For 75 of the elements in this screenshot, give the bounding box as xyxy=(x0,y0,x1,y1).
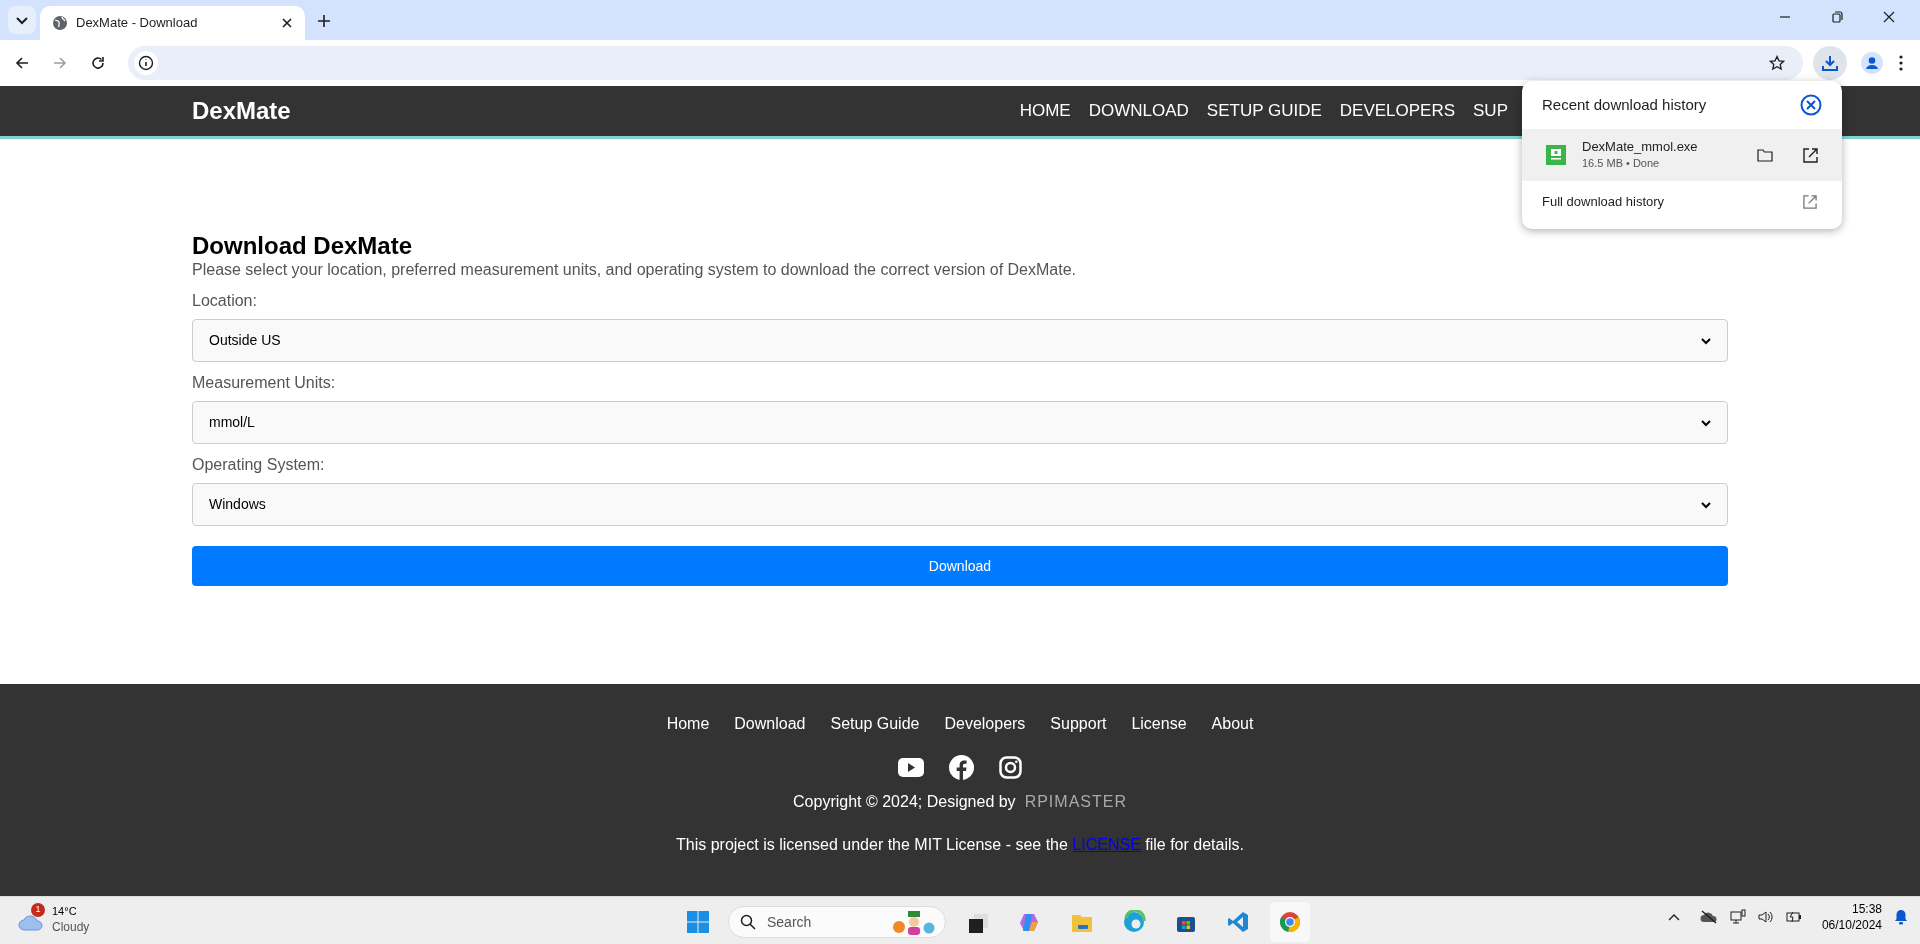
footer-link[interactable]: About xyxy=(1211,712,1254,736)
back-icon[interactable] xyxy=(14,55,30,71)
nav-link[interactable]: HOME xyxy=(1019,98,1071,124)
footer-link[interactable]: Developers xyxy=(944,712,1026,736)
battery-icon[interactable] xyxy=(1785,911,1802,923)
download-icon xyxy=(1821,54,1839,72)
site-logo[interactable]: DexMate xyxy=(192,93,291,129)
weather-condition: Cloudy xyxy=(52,919,90,935)
footer-link[interactable]: Home xyxy=(666,712,710,736)
chevron-down-icon xyxy=(1701,500,1711,509)
app-file-icon xyxy=(1546,145,1566,165)
bell-icon[interactable] xyxy=(1894,909,1908,925)
forward-icon[interactable] xyxy=(52,55,68,71)
file-status: 16.5 MB • Done xyxy=(1582,156,1661,171)
field-label: Location: xyxy=(192,291,258,311)
designer-name: RPIMASTER xyxy=(1024,792,1127,812)
weather-temperature: 14°C xyxy=(52,904,78,919)
tab-list-icon[interactable] xyxy=(8,6,36,34)
chevron-down-icon xyxy=(1701,418,1711,427)
dropdown[interactable]: Outside US xyxy=(192,319,1728,362)
code-editor-icon[interactable] xyxy=(1226,910,1250,934)
folder-icon[interactable] xyxy=(1757,148,1773,162)
search-field[interactable]: Search xyxy=(728,906,946,938)
info-icon[interactable] xyxy=(134,51,158,75)
profile-icon[interactable] xyxy=(1861,52,1883,74)
speaker-icon[interactable] xyxy=(1757,910,1774,924)
more-icon[interactable] xyxy=(1899,55,1903,71)
nav-link[interactable]: SETUP GUIDE xyxy=(1206,98,1322,124)
globe-icon xyxy=(52,15,68,31)
close-icon[interactable] xyxy=(281,17,293,29)
browser-tab[interactable]: DexMate - Download xyxy=(40,6,305,40)
external-link-icon[interactable] xyxy=(1803,147,1818,163)
download-button[interactable] xyxy=(1813,46,1847,80)
footer-link[interactable]: Setup Guide xyxy=(830,712,920,736)
clock-date: 06/10/2024 xyxy=(1821,917,1882,933)
cloud-icon[interactable] xyxy=(18,915,44,931)
footer-link[interactable]: License xyxy=(1131,712,1187,736)
dropdown[interactable]: mmol/L xyxy=(192,401,1728,444)
close-icon[interactable] xyxy=(1800,94,1822,116)
license-text: This project is licensed under the MIT License - see the LICENSE file for details. xyxy=(676,835,1244,855)
intro-text: Please select your location, preferred measurement units, and operating system to download the correct version of DexMate. xyxy=(192,260,1077,280)
footer-link[interactable]: Support xyxy=(1050,712,1107,736)
field-label: Operating System: xyxy=(192,455,326,475)
copyright-text: Copyright © 2024; Designed by xyxy=(793,792,1016,812)
camera-icon[interactable] xyxy=(999,755,1022,779)
chrome-icon[interactable] xyxy=(1278,910,1302,934)
page-heading: Download DexMate xyxy=(192,232,414,260)
close-icon[interactable] xyxy=(1882,10,1896,24)
start-icon[interactable] xyxy=(686,910,710,934)
footer-link[interactable]: Download xyxy=(734,712,806,736)
chevron-up-icon[interactable] xyxy=(1667,913,1680,921)
search-icon xyxy=(740,914,756,930)
nav-link[interactable]: DOWNLOAD xyxy=(1088,98,1189,124)
field-label: Measurement Units: xyxy=(192,373,337,393)
cloud-off-icon[interactable] xyxy=(1699,910,1718,924)
reload-icon[interactable] xyxy=(90,55,106,71)
social-f-icon[interactable] xyxy=(949,754,974,780)
chevron-down-icon xyxy=(1701,336,1711,345)
network-icon[interactable] xyxy=(1729,909,1746,925)
tab-title: DexMate - Download xyxy=(76,14,199,33)
file-name: DexMate_mmol.exe xyxy=(1582,139,1699,155)
download-item[interactable]: DexMate_mmol.exe 16.5 MB • Done xyxy=(1522,129,1842,181)
popup-title: Recent download history xyxy=(1542,94,1708,115)
download-button[interactable]: Download xyxy=(192,546,1728,586)
edge-icon[interactable] xyxy=(1122,910,1146,934)
star-icon[interactable] xyxy=(1769,55,1785,71)
clock-time: 15:38 xyxy=(1851,901,1882,917)
new-tab-icon[interactable] xyxy=(317,14,331,28)
dropdown[interactable]: Windows xyxy=(192,483,1728,526)
restore-icon[interactable] xyxy=(1830,10,1844,24)
nav-link[interactable]: SUP xyxy=(1473,98,1508,124)
nav-link[interactable]: DEVELOPERS xyxy=(1339,98,1456,124)
video-play-icon[interactable] xyxy=(898,757,924,777)
full-history-link[interactable]: Full download history xyxy=(1542,192,1803,212)
notification-badge: 1 xyxy=(31,903,45,917)
